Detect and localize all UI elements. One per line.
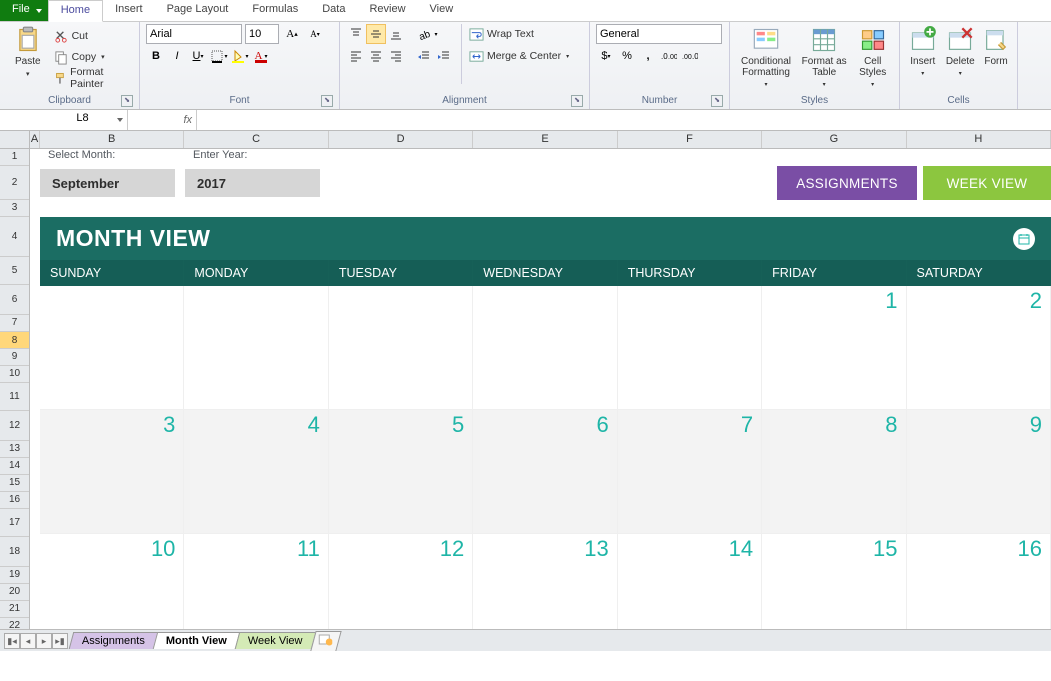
copy-button[interactable]: Copy▾ <box>54 47 133 67</box>
insert-cells-button[interactable]: Insert▾ <box>906 24 940 80</box>
new-sheet-button[interactable] <box>310 631 341 651</box>
underline-button[interactable]: U▾ <box>188 46 208 66</box>
decrease-indent-button[interactable] <box>414 46 434 66</box>
format-as-table-button[interactable]: Format as Table▾ <box>800 24 848 91</box>
group-styles-label: Styles <box>801 95 828 106</box>
align-bottom-button[interactable] <box>386 24 406 44</box>
fx-label[interactable]: fx <box>152 114 192 126</box>
day-headers: SUNDAYMONDAYTUESDAYWEDNESDAYTHURSDAYFRID… <box>40 260 1051 286</box>
font-launcher[interactable]: ⬊ <box>321 95 333 107</box>
paste-button[interactable]: Paste▾ <box>6 24 50 80</box>
shrink-font-button[interactable]: A▾ <box>305 24 325 44</box>
calendar-row: 10 11 12 13 14 15 16 <box>40 534 1051 634</box>
tab-data[interactable]: Data <box>310 0 357 21</box>
tab-review[interactable]: Review <box>357 0 417 21</box>
sheet-nav-first[interactable]: ▮◂ <box>4 633 20 649</box>
align-right-button[interactable] <box>386 46 406 66</box>
align-left-button[interactable] <box>346 46 366 66</box>
format-cells-button[interactable]: Form <box>981 24 1011 67</box>
tab-view[interactable]: View <box>418 0 466 21</box>
month-view-title-bar: MONTH VIEW <box>40 217 1051 260</box>
cell-styles-button[interactable]: Cell Styles▾ <box>852 24 893 91</box>
group-cells-label: Cells <box>947 95 969 106</box>
svg-text:.00: .00 <box>668 54 677 61</box>
svg-text:ab: ab <box>418 29 432 41</box>
ribbon-tabs: File Home Insert Page Layout Formulas Da… <box>0 0 1051 22</box>
number-format-select[interactable] <box>596 24 722 44</box>
tab-file[interactable]: File <box>0 0 48 21</box>
month-view-title: MONTH VIEW <box>56 225 211 252</box>
assignments-button[interactable]: ASSIGNMENTS <box>777 166 917 200</box>
enter-year-label: Enter Year: <box>185 149 330 166</box>
tab-home[interactable]: Home <box>48 0 103 22</box>
sheet-nav-next[interactable]: ▸ <box>36 633 52 649</box>
orientation-button[interactable]: ab▾ <box>414 24 442 44</box>
group-font-label: Font <box>229 95 249 106</box>
group-alignment-label: Alignment <box>442 95 486 106</box>
sheet-nav-prev[interactable]: ◂ <box>20 633 36 649</box>
align-middle-button[interactable] <box>366 24 386 44</box>
sheet-tab-month-view[interactable]: Month View <box>153 632 240 649</box>
delete-cells-button[interactable]: Delete▾ <box>944 24 978 80</box>
sheet-tab-assignments[interactable]: Assignments <box>69 632 159 649</box>
formula-input[interactable] <box>197 110 1051 130</box>
currency-button[interactable]: $▾ <box>596 46 616 66</box>
worksheet-grid: A B C D E F G H 1 2 3 4 5 6 7 8 9 10 11 … <box>0 131 1051 651</box>
ribbon: Paste▾ Cut Copy▾ Format Painter Clipboar… <box>0 22 1051 110</box>
sheet-tab-bar: ▮◂ ◂ ▸ ▸▮ Assignments Month View Week Vi… <box>0 629 1051 651</box>
svg-text:.00: .00 <box>682 54 692 61</box>
font-size-select[interactable] <box>245 24 279 44</box>
tab-formulas[interactable]: Formulas <box>240 0 310 21</box>
clipboard-launcher[interactable]: ⬊ <box>121 95 133 107</box>
column-headers[interactable]: A B C D E F G H <box>30 131 1051 149</box>
format-painter-button[interactable]: Format Painter <box>54 68 133 88</box>
border-button[interactable]: ▾ <box>209 46 229 66</box>
comma-button[interactable]: , <box>638 46 658 66</box>
calendar-row: 3 4 5 6 7 8 9 <box>40 410 1051 534</box>
year-input[interactable]: 2017 <box>185 169 320 197</box>
grow-font-button[interactable]: A▴ <box>282 24 302 44</box>
fill-color-button[interactable]: ▾ <box>230 46 250 66</box>
week-view-button[interactable]: WEEK VIEW <box>923 166 1051 200</box>
name-box[interactable]: L8 <box>38 110 128 130</box>
calendar-row: 1 2 <box>40 286 1051 410</box>
percent-button[interactable]: % <box>617 46 637 66</box>
cut-button[interactable]: Cut <box>54 26 133 46</box>
group-number-label: Number <box>642 95 678 106</box>
tab-page-layout[interactable]: Page Layout <box>155 0 241 21</box>
bold-button[interactable]: B <box>146 46 166 66</box>
italic-button[interactable]: I <box>167 46 187 66</box>
number-launcher[interactable]: ⬊ <box>711 95 723 107</box>
row-headers[interactable]: 1 2 3 4 5 6 7 8 9 10 11 12 13 14 15 16 1… <box>0 149 30 635</box>
wrap-text-button[interactable]: Wrap Text <box>469 24 569 44</box>
alignment-launcher[interactable]: ⬊ <box>571 95 583 107</box>
font-name-select[interactable] <box>146 24 242 44</box>
calendar-icon <box>1013 228 1035 250</box>
align-center-button[interactable] <box>366 46 386 66</box>
conditional-formatting-button[interactable]: Conditional Formatting▾ <box>736 24 796 91</box>
sheet-nav-last[interactable]: ▸▮ <box>52 633 68 649</box>
select-all-corner[interactable] <box>0 131 30 149</box>
month-picker[interactable]: September <box>40 169 175 197</box>
decrease-decimal-button[interactable]: .00.0 <box>680 46 700 66</box>
formula-bar: L8 fx <box>0 110 1051 131</box>
sheet-tab-week-view[interactable]: Week View <box>235 632 316 649</box>
align-top-button[interactable] <box>346 24 366 44</box>
group-clipboard-label: Clipboard <box>48 95 91 106</box>
svg-text:.0: .0 <box>692 52 698 61</box>
increase-indent-button[interactable] <box>434 46 454 66</box>
increase-decimal-button[interactable]: .0.00 <box>659 46 679 66</box>
select-month-label: Select Month: <box>40 149 185 166</box>
font-color-button[interactable]: A▾ <box>251 46 271 66</box>
tab-insert[interactable]: Insert <box>103 0 155 21</box>
merge-center-button[interactable]: Merge & Center▾ <box>469 46 569 66</box>
